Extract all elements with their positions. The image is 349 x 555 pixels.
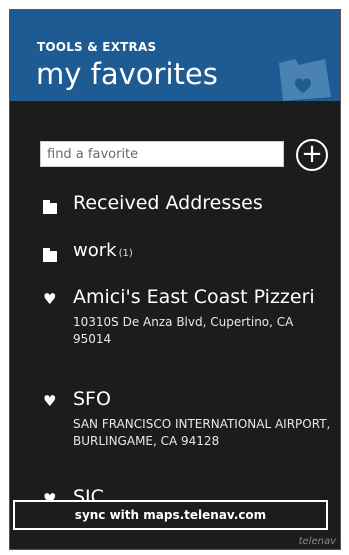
list-item-amicis[interactable]: ♥ Amici's East Coast Pizzeri 10310S De A…	[40, 286, 336, 376]
brand-logo: telenav	[298, 536, 336, 547]
item-address: SAN FRANCISCO INTERNATIONAL AIRPORT, BUR…	[73, 417, 331, 448]
app-header: TOOLS & EXTRAS my favorites	[10, 10, 340, 101]
phone-screen: TOOLS & EXTRAS my favorites + Received A…	[9, 9, 341, 550]
list-item-received-addresses[interactable]: Received Addresses	[40, 190, 336, 220]
section-label: TOOLS & EXTRAS	[37, 40, 157, 54]
search-input[interactable]	[40, 141, 284, 167]
item-name: work (1)	[73, 240, 133, 261]
page-title: my favorites	[36, 57, 218, 91]
item-name: Amici's East Coast Pizzeri	[73, 286, 315, 308]
favorites-folder-icon	[279, 59, 331, 101]
heart-icon: ♥	[43, 290, 57, 308]
list-item-sfo[interactable]: ♥ SFO SAN FRANCISCO INTERNATIONAL AIRPOR…	[40, 388, 336, 478]
add-favorite-button[interactable]: +	[296, 139, 328, 171]
heart-icon: ♥	[43, 392, 57, 410]
item-name: SFO	[73, 388, 111, 410]
list-item-work[interactable]: work (1)	[40, 238, 336, 268]
sync-button[interactable]: sync with maps.telenav.com	[13, 500, 328, 530]
item-address: 10310S De Anza Blvd, Cupertino, CA 95014	[73, 315, 294, 346]
folder-icon	[43, 200, 57, 214]
folder-icon	[43, 248, 57, 262]
item-name: Received Addresses	[73, 192, 263, 214]
plus-icon: +	[301, 139, 323, 169]
search-row: +	[40, 139, 336, 171]
item-count: (1)	[118, 248, 133, 259]
item-name-text: work	[73, 240, 117, 261]
